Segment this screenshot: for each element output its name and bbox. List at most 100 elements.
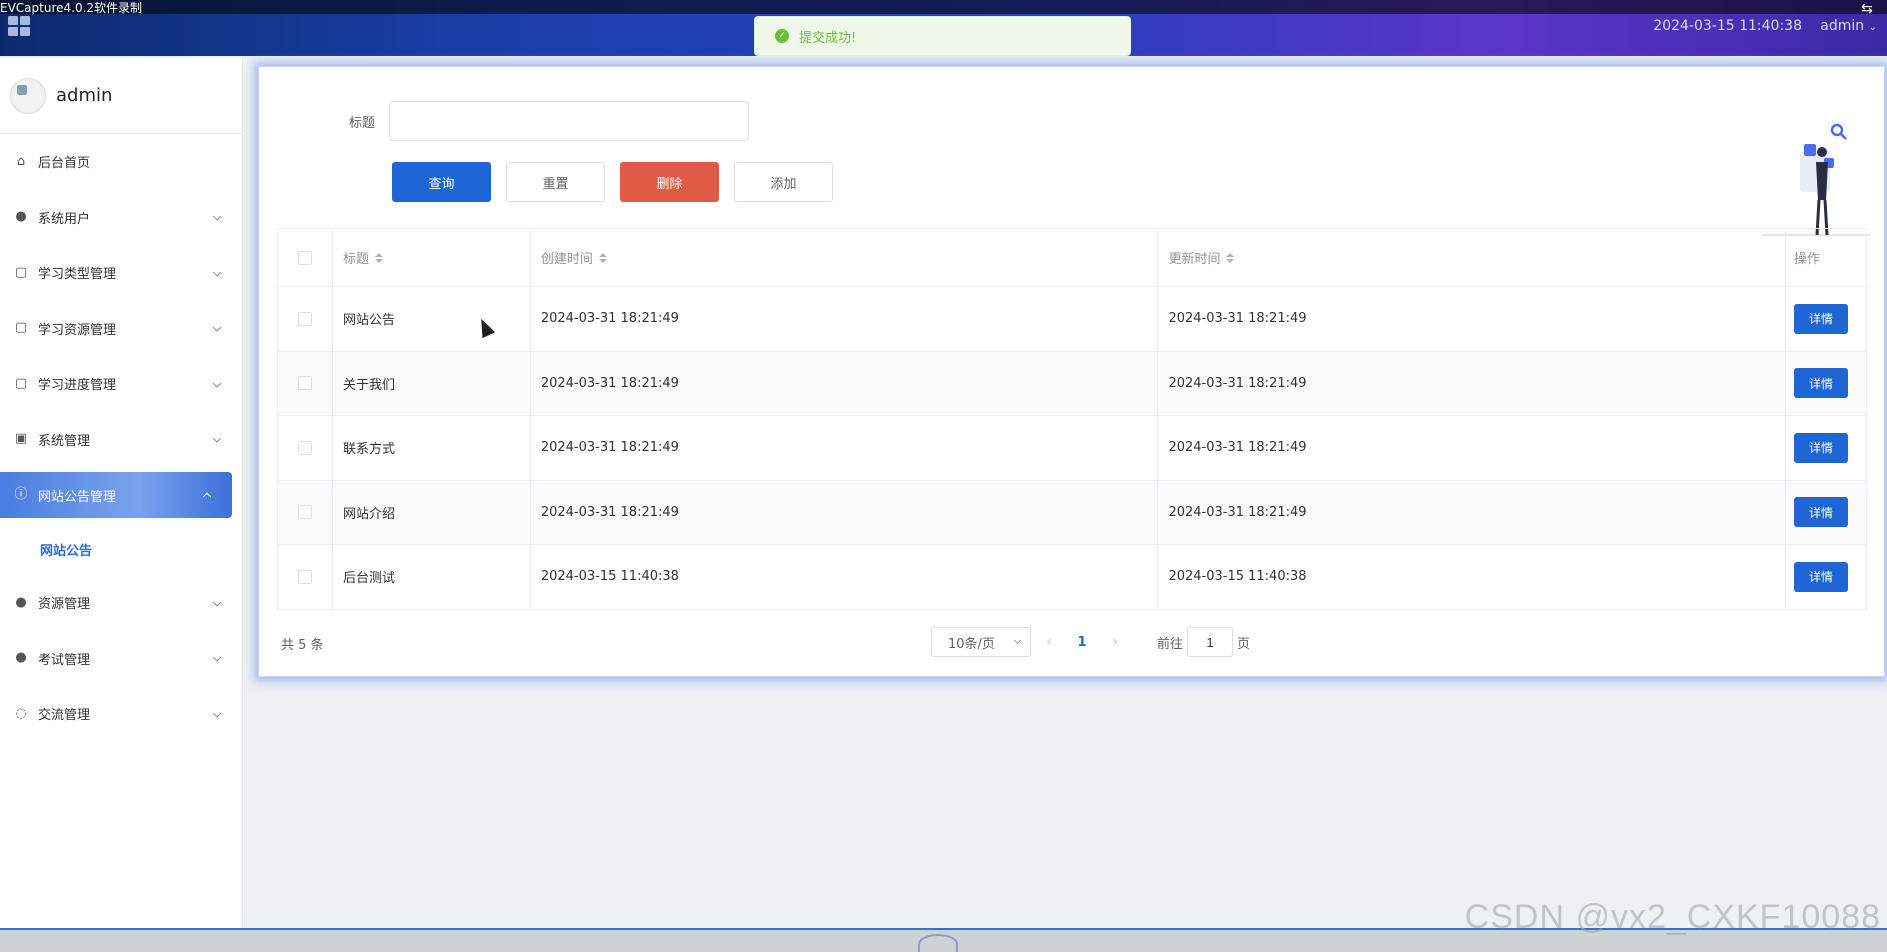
sidebar-item-study-types[interactable]: ▢ 学习类型管理: [0, 245, 242, 301]
chevron-down-icon: [212, 378, 222, 388]
sidebar-item-label: 学习进度管理: [38, 378, 117, 394]
check-circle-icon: ✓: [775, 29, 789, 43]
detail-button[interactable]: 详情: [1794, 497, 1849, 528]
cell-title: 网站公告: [333, 287, 531, 351]
sidebar-item-label: 资源管理: [38, 597, 91, 613]
header-title[interactable]: 标题: [333, 229, 531, 286]
row-select[interactable]: [278, 351, 333, 415]
cell-created: 2024-03-31 18:21:49: [531, 287, 1159, 351]
page-number-current[interactable]: 1: [1067, 635, 1097, 650]
sidebar-item-label: 考试管理: [38, 652, 91, 668]
search-title-input[interactable]: [389, 101, 749, 141]
next-page-icon[interactable]: ›: [1097, 634, 1133, 650]
row-checkbox[interactable]: [297, 569, 312, 584]
chevron-down-icon: [212, 267, 222, 277]
row-select[interactable]: [278, 545, 333, 609]
row-checkbox[interactable]: [297, 376, 312, 391]
detail-button[interactable]: 详情: [1794, 432, 1849, 463]
sort-icon[interactable]: [598, 252, 607, 263]
bulb-icon: ●: [15, 650, 27, 666]
table-row: 联系方式 2024-03-31 18:21:49 2024-03-31 18:2…: [278, 416, 1867, 481]
add-button[interactable]: 添加: [734, 162, 833, 202]
detail-button[interactable]: 详情: [1794, 303, 1849, 334]
goto-suffix: 页: [1237, 636, 1251, 652]
sidebar-item-study-progress[interactable]: ▢ 学习进度管理: [0, 356, 242, 412]
header-created[interactable]: 创建时间: [531, 229, 1159, 286]
header-created-label: 创建时间: [540, 252, 593, 267]
sort-icon[interactable]: [1226, 252, 1235, 263]
cell-updated: 2024-03-31 18:21:49: [1158, 287, 1787, 351]
content-card: 标题 查询 重置 删除 添加 标题 创建时间 更新时间 操作 网站公告 2024…: [258, 66, 1885, 677]
pagination-total: 共 5 条: [281, 638, 324, 653]
tag-icon: ▢: [14, 375, 28, 391]
reset-button[interactable]: 重置: [506, 162, 605, 202]
goto-page-input[interactable]: [1187, 627, 1234, 657]
detail-button[interactable]: 详情: [1794, 368, 1849, 399]
header-datetime: 2024-03-15 11:40:38: [1653, 18, 1802, 34]
header-op-label: 操作: [1794, 252, 1821, 267]
chevron-down-icon: [212, 323, 222, 332]
header-op: 操作: [1786, 229, 1867, 286]
row-select[interactable]: [278, 287, 333, 351]
recorder-title: EVCapture4.0.2软件录制: [0, 1, 143, 15]
sidebar-item-communication[interactable]: ◌ 交流管理: [0, 686, 242, 742]
query-button[interactable]: 查询: [392, 162, 491, 202]
sidebar-item-announcements[interactable]: ⓘ 网站公告管理: [0, 472, 232, 518]
cell-title: 联系方式: [333, 416, 531, 480]
cell-op: 详情: [1786, 351, 1867, 415]
chevron-down-icon: [212, 212, 222, 221]
chevron-up-icon: [202, 492, 212, 502]
row-select[interactable]: [278, 480, 333, 544]
sidebar-item-label: 系统管理: [38, 433, 91, 449]
chevron-down-icon: [212, 653, 222, 662]
header-updated[interactable]: 更新时间: [1158, 229, 1787, 286]
bulb-icon: ●: [15, 594, 27, 610]
header-select-all[interactable]: [278, 229, 333, 286]
sidebar-item-resources[interactable]: ● 资源管理: [0, 575, 242, 631]
header-user-name: admin: [1820, 18, 1865, 34]
sort-icon[interactable]: [374, 252, 383, 263]
cell-updated: 2024-03-31 18:21:49: [1158, 416, 1787, 480]
info-icon: ⓘ: [14, 487, 28, 502]
select-all-checkbox[interactable]: [297, 250, 312, 265]
sidebar-item-system-users[interactable]: ● 系统用户: [0, 190, 242, 246]
announcement-table: 标题 创建时间 更新时间 操作 网站公告 2024-03-31 18:21:49…: [277, 228, 1867, 610]
sidebar-item-system-management[interactable]: ▣ 系统管理: [0, 412, 242, 468]
table-row: 网站公告 2024-03-31 18:21:49 2024-03-31 18:2…: [278, 287, 1867, 352]
app-grid-icon[interactable]: [8, 16, 30, 36]
cell-op: 详情: [1786, 287, 1867, 351]
sidebar-item-study-resources[interactable]: ▢ 学习资源管理: [0, 301, 242, 357]
row-checkbox[interactable]: [297, 440, 312, 455]
window-control-icon[interactable]: ⇆: [1861, 2, 1881, 18]
row-checkbox[interactable]: [297, 311, 312, 326]
cell-op: 详情: [1786, 480, 1867, 544]
sidebar-user-name: admin: [56, 85, 113, 106]
delete-button[interactable]: 删除: [620, 162, 719, 202]
chevron-down-icon: [212, 708, 222, 718]
cell-title: 关于我们: [333, 351, 531, 415]
sidebar-item-exams[interactable]: ● 考试管理: [0, 631, 242, 687]
pagination: 10条/页 ‹ 1 › 前往 页: [931, 627, 1250, 657]
page-size-select[interactable]: 10条/页: [931, 627, 1031, 657]
user-icon: ●: [15, 209, 27, 225]
chevron-down-icon: ⌄: [1868, 22, 1877, 33]
detail-button[interactable]: 详情: [1794, 561, 1849, 592]
sidebar-item-home[interactable]: ⌂ 后台首页: [0, 134, 242, 190]
row-select[interactable]: [278, 416, 333, 480]
picture-icon: ▣: [14, 431, 28, 447]
sidebar-menu: ⌂ 后台首页 ● 系统用户 ▢ 学习类型管理 ▢ 学习资源管理 ▢ 学习进度管理…: [0, 134, 242, 742]
chevron-down-icon: [212, 434, 222, 443]
tag-icon: ▢: [14, 320, 28, 336]
toast-message: 提交成功!: [799, 30, 857, 46]
chat-icon: ◌: [15, 705, 27, 721]
chevron-down-icon: [212, 597, 222, 607]
header-user-menu[interactable]: admin ⌄: [1820, 18, 1877, 34]
prev-page-icon[interactable]: ‹: [1031, 634, 1067, 650]
cell-title: 后台测试: [333, 545, 531, 609]
taskbar-app-icon[interactable]: [918, 934, 958, 952]
header-updated-label: 更新时间: [1168, 252, 1221, 267]
search-illustration: [1762, 123, 1870, 236]
chevron-down-icon: [1013, 636, 1022, 645]
row-checkbox[interactable]: [297, 505, 312, 520]
sidebar-subitem-announcement[interactable]: 网站公告: [0, 523, 242, 575]
